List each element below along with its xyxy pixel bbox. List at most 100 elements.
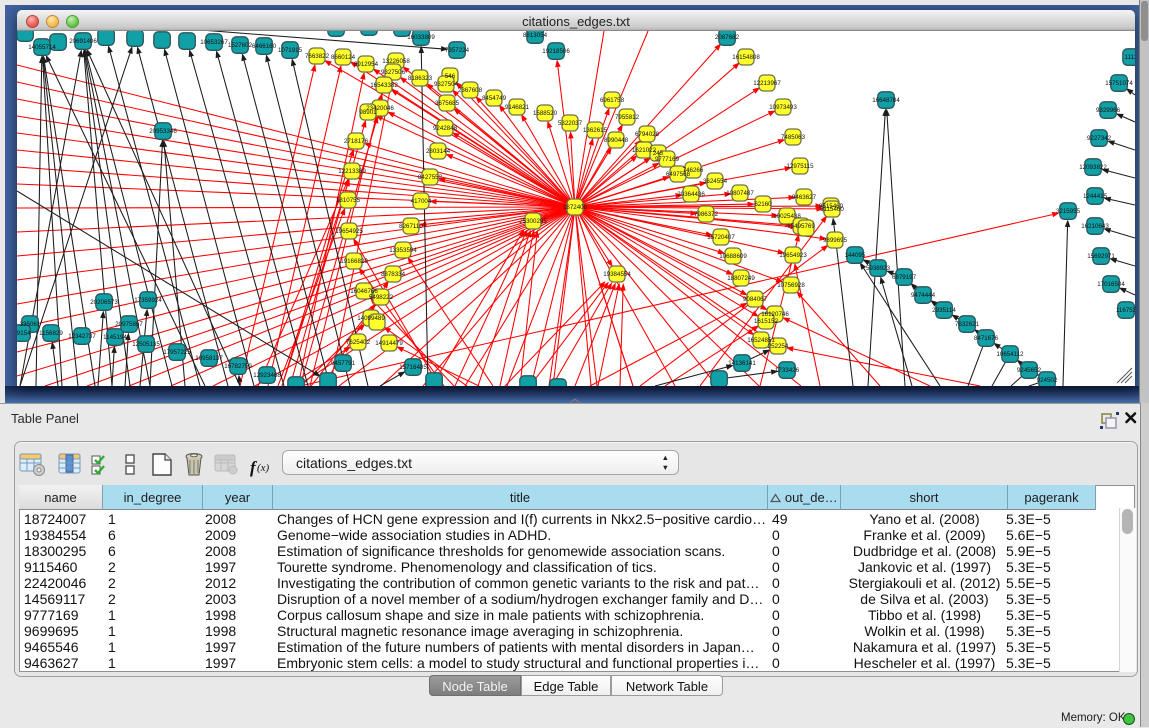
svg-text:9242848: 9242848 [433,125,458,132]
svg-text:1071915: 1071915 [278,47,303,54]
svg-text:1733426: 1733426 [775,367,800,374]
svg-text:14136141: 14136141 [728,360,756,367]
svg-text:8427552: 8427552 [418,174,443,181]
svg-text:7357224: 7357224 [445,47,470,54]
svg-text:7625402: 7625402 [346,339,371,346]
svg-text:8454749: 8454749 [482,95,507,102]
svg-text:15716485: 15716485 [399,364,427,371]
svg-text:14099489: 14099489 [357,315,385,322]
svg-text:9463627: 9463627 [792,194,817,201]
svg-text:252254: 252254 [768,343,789,350]
svg-text:9329966: 9329966 [1096,107,1121,114]
svg-text:20953346: 20953346 [149,128,177,135]
svg-text:12923468: 12923468 [253,372,281,379]
svg-text:14914479: 14914479 [375,340,403,347]
svg-text:1156829: 1156829 [39,330,63,337]
svg-text:1145194: 1145194 [103,334,127,341]
svg-text:1527602: 1527602 [228,42,253,49]
svg-text:17359924: 17359924 [134,297,162,304]
svg-text:9115460: 9115460 [820,206,844,213]
svg-text:8186323: 8186323 [408,75,433,82]
svg-text:10654112: 10654112 [996,351,1024,358]
svg-text:12093822: 12093822 [1079,164,1107,171]
svg-text:20975867: 20975867 [115,321,143,328]
svg-text:25300295: 25300295 [519,218,547,225]
svg-text:10958137: 10958137 [195,355,223,362]
svg-text:16210643: 16210643 [1081,223,1109,230]
svg-text:16782759: 16782759 [224,363,252,370]
svg-text:8267110: 8267110 [399,223,423,230]
svg-text:2718176: 2718176 [344,138,369,145]
svg-text:2935114: 2935114 [932,307,956,314]
svg-text:15720407: 15720407 [707,234,735,241]
svg-text:10653267: 10653267 [200,39,228,46]
svg-text:13353594: 13353594 [389,247,417,254]
svg-text:746266: 746266 [683,167,704,174]
svg-text:16033809: 16033809 [407,34,435,41]
svg-text:(x): (x) [257,462,270,474]
svg-text:7663822: 7663822 [305,53,330,60]
svg-text:6879197: 6879197 [892,274,917,281]
svg-text:19384554: 19384554 [603,271,631,278]
svg-text:546: 546 [445,73,456,80]
svg-text:9777169: 9777169 [655,156,680,163]
svg-text:116753: 116753 [1116,307,1135,314]
svg-text:1615152: 1615152 [754,318,779,325]
svg-text:8990448: 8990448 [604,137,629,144]
svg-text:6961758: 6961758 [600,97,625,104]
svg-text:9146821: 9146821 [505,104,530,111]
svg-text:5322037: 5322037 [558,120,583,127]
svg-text:16648784: 16648784 [872,97,900,104]
svg-text:3624554: 3624554 [703,178,728,185]
svg-text:14055714: 14055714 [28,44,56,51]
svg-text:1810755: 1810755 [336,197,361,204]
svg-text:1112: 1112 [1125,54,1135,61]
svg-text:19654925: 19654925 [335,228,363,235]
svg-text:10025438: 10025438 [773,213,801,220]
svg-text:1362615: 1362615 [583,127,608,134]
svg-text:19166829: 19166829 [340,258,368,265]
svg-text:12342737: 12342737 [68,333,96,340]
svg-text:12975115: 12975115 [786,163,814,170]
svg-text:62160: 62160 [754,201,772,208]
svg-text:8471676: 8471676 [974,335,999,342]
svg-text:16154808: 16154808 [732,54,760,61]
svg-text:924502: 924502 [1037,377,1058,384]
svg-text:9474444: 9474444 [911,292,936,299]
svg-text:39154: 39154 [17,330,31,337]
svg-text:2803144: 2803144 [426,148,451,155]
svg-text:10688609: 10688609 [719,253,747,260]
svg-text:9245652: 9245652 [1017,367,1042,374]
svg-text:17957225: 17957225 [163,349,191,356]
svg-text:15751074: 15751074 [1105,80,1133,87]
svg-text:1588520: 1588520 [533,110,558,117]
svg-text:20206573: 20206573 [90,299,118,306]
svg-text:20691406: 20691406 [69,38,97,45]
svg-text:8660124: 8660124 [331,54,356,61]
svg-text:15692971: 15692971 [1087,253,1115,260]
svg-text:19218506: 19218506 [542,48,570,55]
svg-text:13226058: 13226058 [382,58,410,65]
svg-text:12213967: 12213967 [753,80,781,87]
svg-text:12505135: 12505135 [132,341,160,348]
svg-text:2367608: 2367608 [458,87,483,94]
svg-text:8878334: 8878334 [381,271,406,278]
svg-text:20364436: 20364436 [677,191,705,198]
svg-text:16543382: 16543382 [370,82,398,89]
svg-text:7955812: 7955812 [615,114,640,121]
svg-text:7632621: 7632621 [955,321,980,328]
svg-text:3215955: 3215955 [1056,208,1081,215]
svg-text:19654923: 19654923 [779,252,807,259]
svg-text:9227342: 9227342 [1087,135,1112,142]
svg-text:8912954: 8912954 [354,61,379,68]
svg-text:6466160: 6466160 [252,43,277,50]
svg-text:335061: 335061 [20,321,41,328]
svg-text:12213389: 12213389 [338,168,366,175]
svg-text:7986372: 7986372 [694,211,719,218]
svg-text:9084067: 9084067 [743,296,768,303]
svg-text:9327506: 9327506 [381,69,406,76]
svg-text:18807249: 18807249 [727,275,755,282]
svg-text:3675685: 3675685 [435,100,460,107]
svg-text:144095: 144095 [845,252,866,259]
svg-text:15495769: 15495769 [787,223,815,230]
